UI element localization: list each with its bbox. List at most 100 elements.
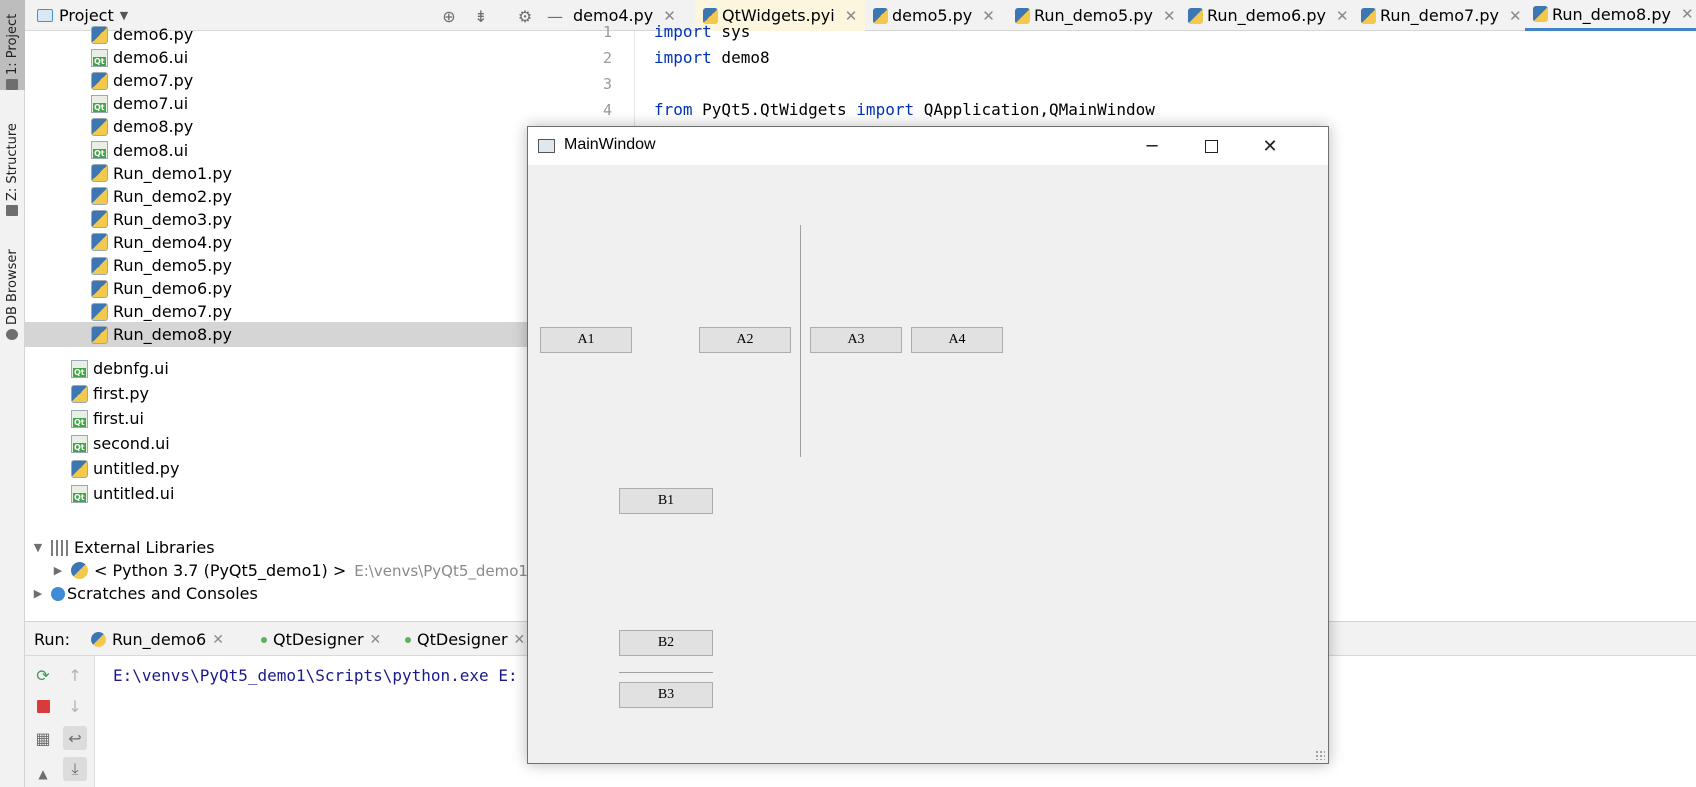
- run-tab-qtdesigner-1[interactable]: QtDesigner ✕: [261, 630, 381, 649]
- qt-ui-file-icon: [71, 484, 88, 503]
- external-libraries-node[interactable]: ▼ External Libraries: [25, 535, 575, 560]
- tree-file-item[interactable]: second.ui: [25, 431, 575, 456]
- project-folder-icon: [6, 79, 19, 90]
- tree-file-label: Run_demo8.py: [113, 325, 232, 345]
- tree-file-item[interactable]: untitled.ui: [25, 481, 575, 506]
- code-keyword: import: [654, 48, 712, 67]
- resize-grip-icon[interactable]: [1315, 750, 1325, 760]
- tree-file-label: untitled.ui: [93, 484, 175, 503]
- b2-button[interactable]: B2: [619, 630, 713, 656]
- soft-wrap-icon[interactable]: ↩: [63, 726, 87, 750]
- tree-file-item[interactable]: Run_demo2.py: [25, 184, 575, 209]
- tree-file-item[interactable]: Run_demo7.py: [25, 299, 575, 324]
- db-browser-tool-tab[interactable]: DB Browser: [0, 240, 25, 340]
- close-icon[interactable]: ✕: [212, 632, 224, 648]
- vertical-separator-line: [800, 225, 801, 457]
- minimize-button[interactable]: ─: [1123, 127, 1181, 165]
- tree-file-label: Run_demo2.py: [113, 186, 232, 206]
- tree-file-item[interactable]: first.ui: [25, 406, 575, 431]
- qt-ui-file-icon: [91, 94, 108, 113]
- tree-file-item[interactable]: demo7.ui: [25, 91, 575, 116]
- pin-icon[interactable]: ▲: [31, 762, 55, 786]
- editor-tab[interactable]: demo5.py ✕: [865, 0, 1003, 31]
- db-browser-tool-tab-label: DB Browser: [5, 249, 20, 325]
- tree-file-item[interactable]: Run_demo1.py: [25, 161, 575, 186]
- line-number: 4: [602, 101, 612, 119]
- tree-file-label: demo7.py: [113, 71, 194, 91]
- tree-file-item[interactable]: Run_demo8.py: [25, 322, 575, 348]
- a1-button[interactable]: A1: [540, 327, 632, 353]
- editor-tab-label: Run_demo7.py: [1380, 6, 1499, 25]
- tree-file-label: Run_demo4.py: [113, 232, 232, 252]
- python-file-icon: [1015, 7, 1030, 24]
- scroll-to-end-icon[interactable]: ⤓: [63, 757, 87, 781]
- close-icon[interactable]: ✕: [1163, 7, 1176, 25]
- tree-file-item[interactable]: untitled.py: [25, 456, 575, 481]
- qt-ui-file-icon: [71, 409, 88, 428]
- rerun-icon[interactable]: ⟳: [31, 663, 55, 687]
- close-icon[interactable]: ✕: [370, 632, 382, 648]
- tree-file-item[interactable]: demo7.py: [25, 68, 575, 93]
- run-tab-run-demo6[interactable]: Run_demo6 ✕: [91, 630, 224, 649]
- tree-file-item[interactable]: debnfg.ui: [25, 356, 575, 381]
- code-text: sys: [711, 22, 751, 41]
- python-file-icon: [873, 7, 888, 24]
- stop-icon[interactable]: [31, 694, 55, 718]
- editor-tab[interactable]: Run_demo5.py ✕: [1007, 0, 1184, 31]
- main-window-titlebar[interactable]: MainWindow ─ ✕: [528, 127, 1328, 165]
- close-icon[interactable]: ✕: [1681, 5, 1694, 23]
- project-tool-tab[interactable]: 1: Project: [0, 0, 25, 90]
- b1-button[interactable]: B1: [619, 488, 713, 514]
- qt-ui-file-icon: [71, 434, 88, 453]
- tree-file-item[interactable]: Run_demo3.py: [25, 207, 575, 232]
- scratches-node[interactable]: ▶ Scratches and Consoles: [25, 581, 575, 606]
- scroll-up-icon[interactable]: ↑: [63, 663, 87, 687]
- tree-file-item[interactable]: Run_demo6.py: [25, 276, 575, 301]
- tree-file-item[interactable]: first.py: [25, 381, 575, 406]
- maximize-button[interactable]: [1182, 127, 1240, 165]
- b3-button[interactable]: B3: [619, 682, 713, 708]
- code-keyword: import: [856, 100, 915, 119]
- main-window-dialog: MainWindow ─ ✕ A1 A2 A3 A4 B1 B2 B3: [527, 126, 1329, 764]
- close-icon[interactable]: ✕: [514, 632, 526, 648]
- tool-window-strip: 1: Project Z: Structure DB Browser: [0, 0, 25, 787]
- editor-tab[interactable]: Run_demo6.py ✕: [1180, 0, 1357, 31]
- a4-button[interactable]: A4: [911, 327, 1003, 353]
- structure-tool-tab[interactable]: Z: Structure: [0, 118, 25, 216]
- editor-tab[interactable]: Run_demo7.py ✕: [1353, 0, 1530, 31]
- line-number: 3: [602, 75, 612, 93]
- tree-file-item[interactable]: Run_demo5.py: [25, 253, 575, 278]
- editor-tab-label: Run_demo8.py: [1552, 4, 1671, 24]
- maximize-icon: [1204, 139, 1218, 153]
- project-tree: ▼ External Libraries ▶ < Python 3.7 (PyQ…: [25, 25, 575, 621]
- editor-tab[interactable]: Run_demo8.py ✕: [1525, 0, 1696, 31]
- scroll-down-icon[interactable]: ↓: [63, 694, 87, 718]
- a2-button[interactable]: A2: [699, 327, 791, 353]
- close-icon[interactable]: ✕: [1336, 7, 1349, 25]
- python-file-icon: [91, 187, 108, 206]
- tree-file-item[interactable]: demo8.ui: [25, 138, 575, 163]
- python-file-icon: [71, 459, 88, 478]
- a3-button[interactable]: A3: [810, 327, 902, 353]
- close-icon[interactable]: ✕: [1509, 7, 1522, 25]
- code-line: from PyQt5.QtWidgets import QApplication…: [654, 100, 1155, 119]
- layout-icon[interactable]: ▦: [31, 726, 55, 750]
- tree-file-item[interactable]: Run_demo4.py: [25, 230, 575, 255]
- code-text: QApplication,QMainWindow: [914, 100, 1155, 119]
- python-icon: [71, 562, 88, 579]
- close-icon[interactable]: ✕: [982, 7, 995, 25]
- running-indicator-icon: [261, 636, 267, 643]
- run-tab-qtdesigner-2[interactable]: QtDesigner ✕: [405, 630, 525, 649]
- scratches-label: Scratches and Consoles: [67, 584, 258, 603]
- tree-file-item[interactable]: demo6.py: [25, 22, 575, 47]
- tree-file-label: demo7.ui: [113, 94, 189, 114]
- code-keyword: from: [654, 100, 693, 119]
- python-sdk-node[interactable]: ▶ < Python 3.7 (PyQt5_demo1) > E:\venvs\…: [25, 558, 575, 583]
- python-file-icon: [91, 210, 108, 229]
- tree-file-label: demo8.py: [113, 117, 194, 137]
- scratches-icon: [51, 586, 65, 601]
- tree-file-item[interactable]: demo8.py: [25, 114, 575, 139]
- tree-file-item[interactable]: demo6.ui: [25, 45, 575, 70]
- close-icon[interactable]: ✕: [845, 7, 858, 25]
- close-button[interactable]: ✕: [1241, 127, 1299, 165]
